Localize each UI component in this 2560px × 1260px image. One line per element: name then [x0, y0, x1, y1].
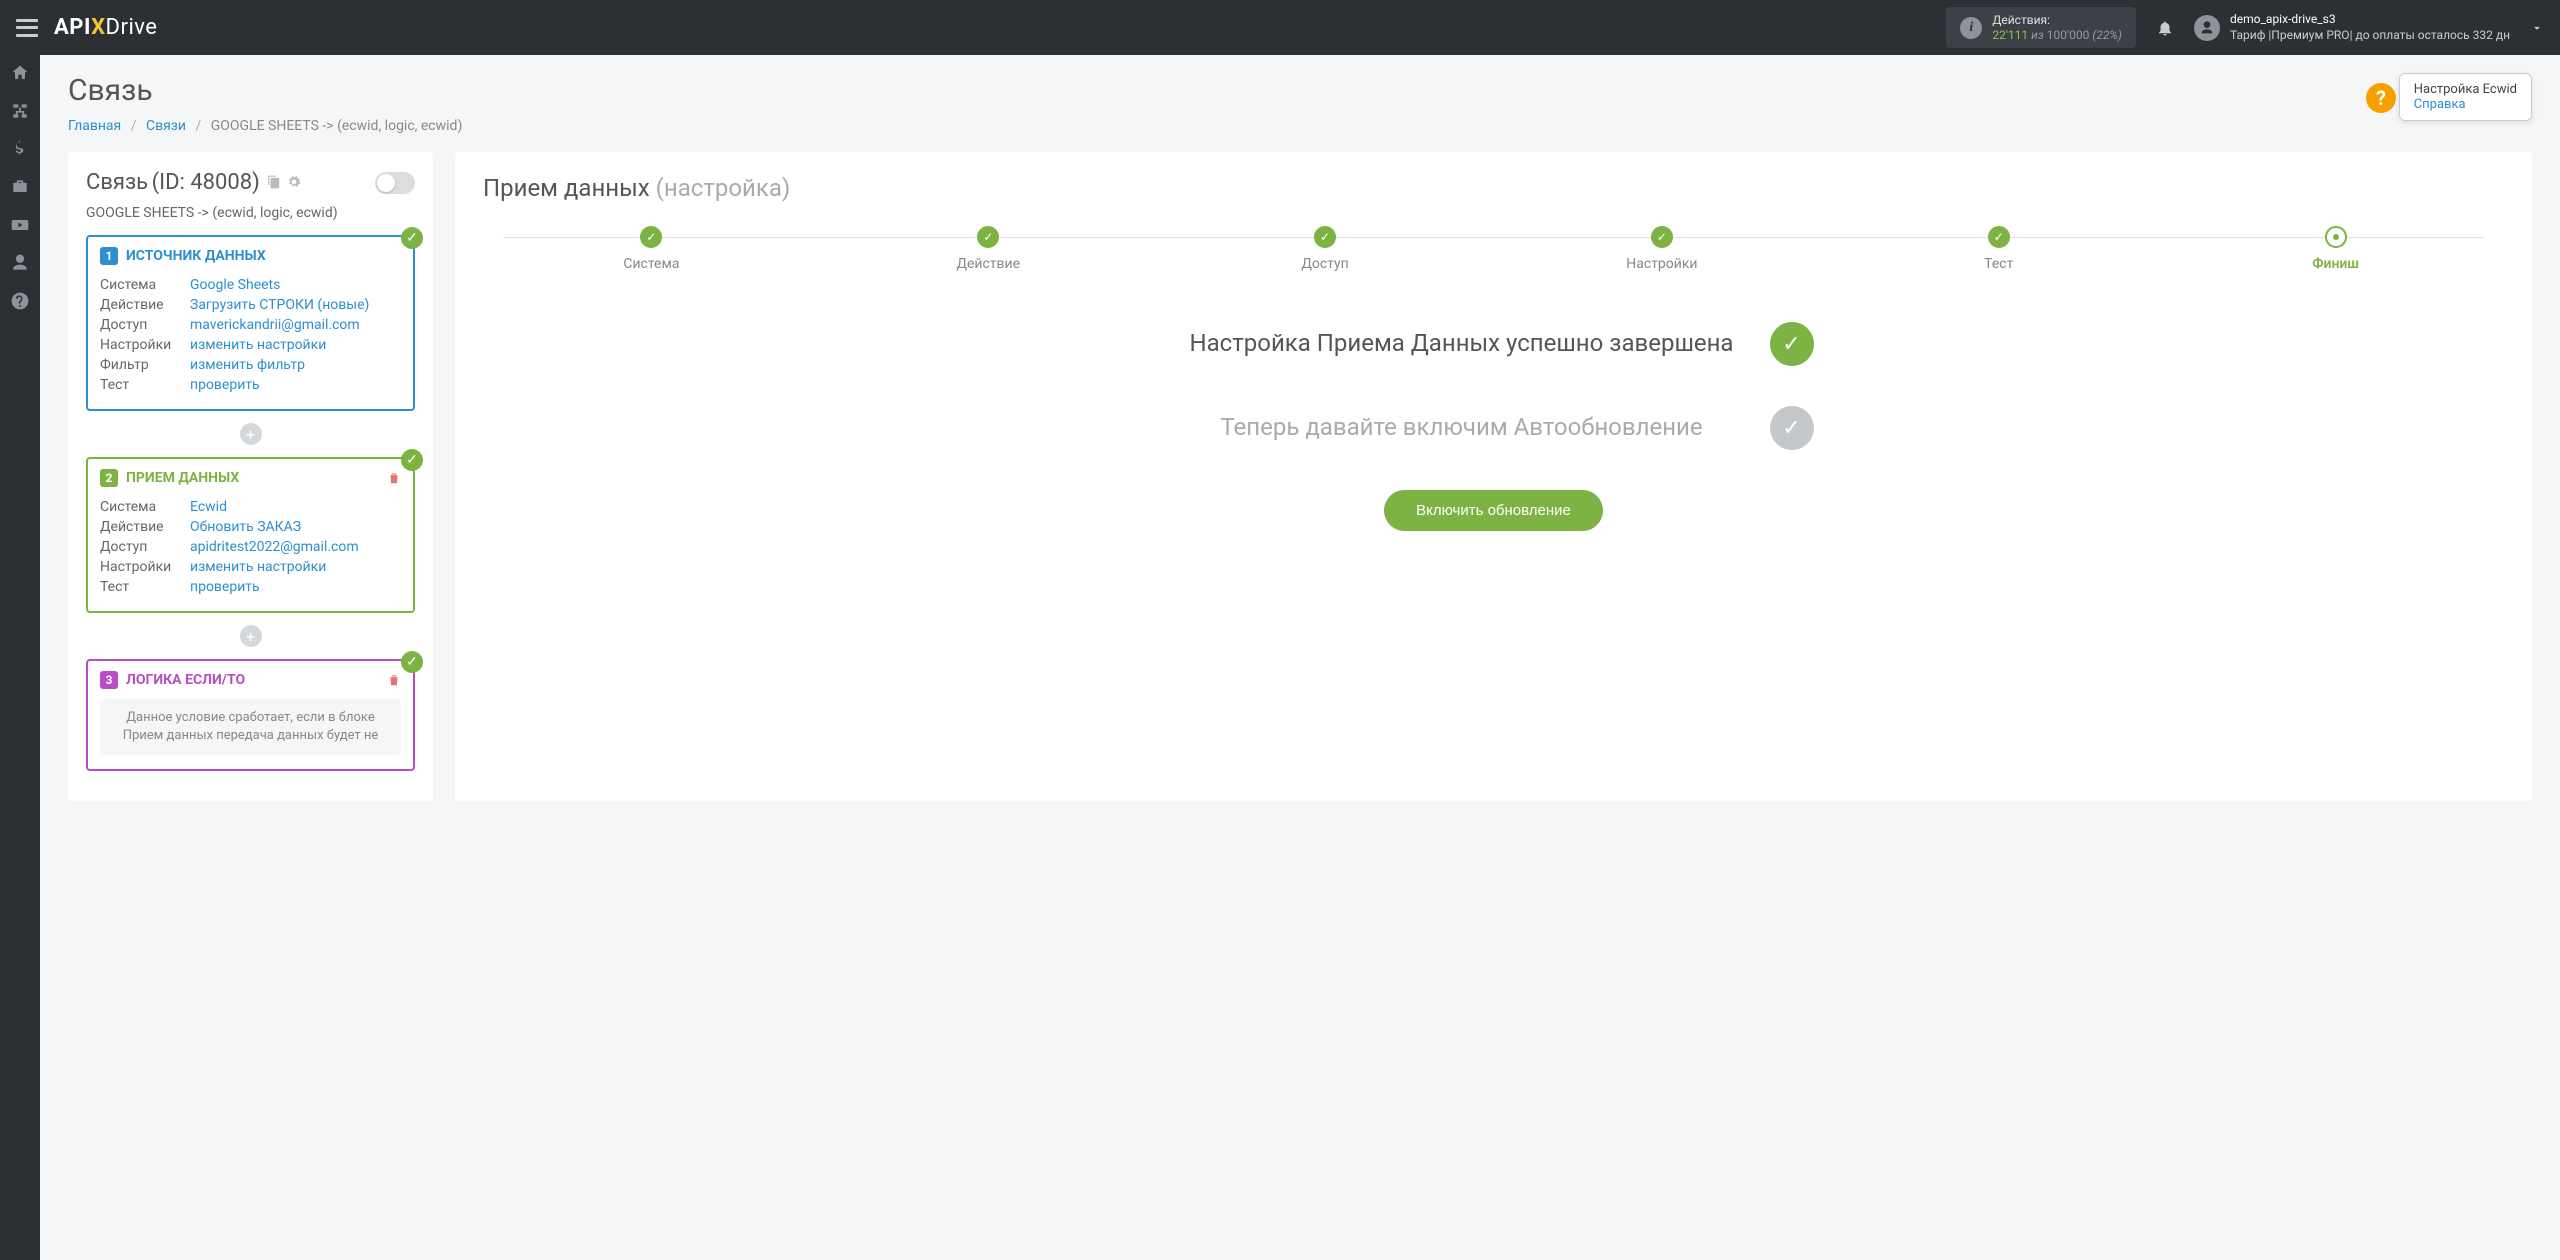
help-link[interactable]: Справка [2414, 97, 2466, 112]
card-destination: ✓ 2 ПРИЕМ ДАННЫХ СистемаEcwid ДействиеОб… [86, 457, 415, 613]
card-num: 1 [100, 247, 118, 265]
finish-line1: Настройка Приема Данных успешно завершен… [1174, 328, 1750, 359]
trash-icon[interactable] [387, 471, 401, 485]
actions-used: 22'111 [1992, 28, 2028, 42]
logo[interactable]: APIXDrive [54, 15, 157, 40]
check-icon: ✓ [401, 449, 423, 471]
breadcrumb-home[interactable]: Главная [68, 118, 121, 134]
row-v[interactable]: изменить настройки [190, 337, 326, 353]
row-v[interactable]: apidritest2022@gmail.com [190, 539, 359, 555]
gear-icon[interactable] [287, 175, 301, 189]
step-test[interactable]: ✓Тест [1830, 226, 2167, 272]
user-tariff: Тариф |Премиум PRO| до оплаты осталось 3… [2230, 28, 2510, 44]
logic-note: Данное условие сработает, если в блоке П… [100, 699, 401, 755]
row-v[interactable]: maverickandrii@gmail.com [190, 317, 360, 333]
help-bubble: Настройка Ecwid Справка [2399, 73, 2532, 121]
card-num: 3 [100, 671, 118, 689]
breadcrumb-current: GOOGLE SHEETS -> (ecwid, logic, ecwid) [211, 118, 463, 134]
avatar-icon [2194, 15, 2220, 41]
row-v[interactable]: Загрузить СТРОКИ (новые) [190, 297, 369, 313]
row-v[interactable]: Google Sheets [190, 277, 280, 293]
card-num: 2 [100, 469, 118, 487]
actions-label: Действия: [1992, 13, 2122, 27]
step-access[interactable]: ✓Доступ [1157, 226, 1494, 272]
vertical-sidebar [0, 55, 40, 1260]
trash-icon[interactable] [387, 673, 401, 687]
stepper: ✓Система ✓Действие ✓Доступ ✓Настройки ✓Т… [483, 226, 2504, 272]
help-title: Настройка Ecwid [2414, 82, 2517, 97]
lp-subtitle: GOOGLE SHEETS -> (ecwid, logic, ecwid) [86, 205, 415, 221]
row-k: Система [100, 499, 190, 515]
check-icon: ✓ [1770, 406, 1814, 450]
copy-icon[interactable] [267, 175, 281, 189]
row-v[interactable]: изменить фильтр [190, 357, 305, 373]
card-title: ИСТОЧНИК ДАННЫХ [126, 248, 266, 264]
row-k: Тест [100, 377, 190, 393]
nav-hierarchy-icon[interactable] [10, 101, 30, 121]
nav-dollar-icon[interactable] [10, 139, 30, 159]
row-k: Доступ [100, 539, 190, 555]
actions-total: 100'000 [2047, 28, 2090, 42]
check-icon: ✓ [401, 227, 423, 249]
card-logic: ✓ 3 ЛОГИКА ЕСЛИ/ТО Данное условие сработ… [86, 659, 415, 771]
nav-youtube-icon[interactable] [10, 215, 30, 235]
row-k: Настройки [100, 337, 190, 353]
row-k: Фильтр [100, 357, 190, 373]
nav-home-icon[interactable] [10, 63, 30, 83]
step-system[interactable]: ✓Система [483, 226, 820, 272]
bell-icon[interactable] [2156, 19, 2174, 37]
row-v[interactable]: Обновить ЗАКАЗ [190, 519, 301, 535]
lp-title: Связь [86, 170, 148, 195]
info-icon: i [1960, 17, 1982, 39]
nav-user-icon[interactable] [10, 253, 30, 273]
add-button[interactable]: + [240, 625, 262, 647]
row-k: Действие [100, 519, 190, 535]
actions-counter[interactable]: i Действия: 22'111 из 100'000 (22%) [1946, 7, 2136, 48]
left-panel: Связь (ID: 48008) GOOGLE SHEETS -> (ecwi… [68, 152, 433, 801]
finish-line2: Теперь давайте включим Автообновление [1174, 412, 1750, 443]
check-icon: ✓ [1770, 322, 1814, 366]
user-name: demo_apix-drive_s3 [2230, 12, 2510, 28]
connection-toggle[interactable] [375, 172, 415, 194]
row-k: Действие [100, 297, 190, 313]
lp-id: (ID: 48008) [152, 170, 260, 195]
add-button[interactable]: + [240, 423, 262, 445]
nav-briefcase-icon[interactable] [10, 177, 30, 197]
breadcrumb: Главная / Связи / GOOGLE SHEETS -> (ecwi… [68, 118, 2532, 134]
row-k: Система [100, 277, 190, 293]
row-k: Тест [100, 579, 190, 595]
rp-subtitle: (настройка) [656, 174, 791, 202]
step-settings[interactable]: ✓Настройки [1493, 226, 1830, 272]
main-content: ? Настройка Ecwid Справка Связь Главная … [40, 55, 2560, 1260]
topbar: APIXDrive i Действия: 22'111 из 100'000 … [0, 0, 2560, 55]
user-block[interactable]: demo_apix-drive_s3 Тариф |Премиум PRO| д… [2194, 12, 2510, 43]
actions-pct: (22%) [2092, 28, 2122, 42]
menu-toggle[interactable] [16, 19, 38, 37]
breadcrumb-links[interactable]: Связи [146, 118, 186, 134]
right-panel: Прием данных (настройка) ✓Система ✓Дейст… [455, 152, 2532, 801]
row-v[interactable]: проверить [190, 579, 260, 595]
chevron-down-icon[interactable] [2510, 21, 2544, 35]
card-title: ЛОГИКА ЕСЛИ/ТО [126, 672, 245, 688]
row-v[interactable]: Ecwid [190, 499, 227, 515]
rp-title: Прием данных [483, 174, 650, 202]
card-title: ПРИЕМ ДАННЫХ [126, 470, 239, 486]
row-v[interactable]: изменить настройки [190, 559, 326, 575]
check-icon: ✓ [401, 651, 423, 673]
nav-help-icon[interactable] [10, 291, 30, 311]
actions-of: из [2031, 28, 2044, 42]
row-k: Доступ [100, 317, 190, 333]
help-badge-icon[interactable]: ? [2366, 83, 2396, 113]
row-k: Настройки [100, 559, 190, 575]
card-source: ✓ 1 ИСТОЧНИК ДАННЫХ СистемаGoogle Sheets… [86, 235, 415, 411]
step-action[interactable]: ✓Действие [820, 226, 1157, 272]
enable-update-button[interactable]: Включить обновление [1384, 490, 1603, 531]
row-v[interactable]: проверить [190, 377, 260, 393]
step-finish[interactable]: Финиш [2167, 226, 2504, 272]
page-title: Связь [68, 73, 2532, 108]
